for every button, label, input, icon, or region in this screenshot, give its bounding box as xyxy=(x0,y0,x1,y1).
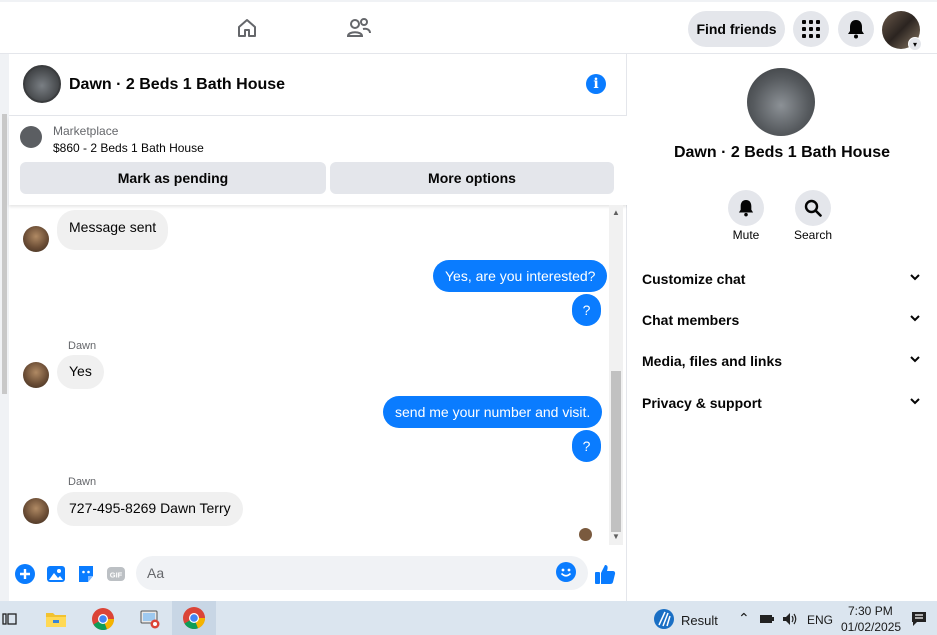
message-bubble-outgoing: ? xyxy=(572,430,601,462)
task-view-icon[interactable] xyxy=(0,604,20,634)
mute-bell-icon[interactable] xyxy=(728,190,764,226)
details-avatar[interactable] xyxy=(747,68,815,136)
section-label: Media, files and links xyxy=(642,353,783,369)
chevron-down-icon[interactable]: ▾ xyxy=(908,37,922,51)
chat-avatar[interactable] xyxy=(23,65,61,103)
add-plus-icon[interactable] xyxy=(14,563,36,585)
find-friends-button[interactable]: Find friends xyxy=(688,11,785,47)
scroll-down-arrow-icon[interactable]: ▼ xyxy=(612,532,620,541)
network-app-icon[interactable] xyxy=(135,604,165,634)
info-icon[interactable]: i xyxy=(586,74,606,94)
file-explorer-icon[interactable] xyxy=(41,604,71,634)
sender-avatar[interactable] xyxy=(23,226,49,252)
message-scroll-thumb[interactable] xyxy=(611,371,621,532)
chevron-up-icon[interactable]: ⌃ xyxy=(738,610,750,627)
chevron-down-icon[interactable] xyxy=(908,311,922,330)
media-files-links-section[interactable]: Media, files and links xyxy=(642,347,922,377)
listing-thumbnail[interactable] xyxy=(20,126,42,148)
search-label[interactable]: Search xyxy=(783,228,843,242)
sticker-icon[interactable] xyxy=(75,563,97,585)
mute-label[interactable]: Mute xyxy=(716,228,776,242)
message-input[interactable]: Aa xyxy=(136,556,588,590)
customize-chat-section[interactable]: Customize chat xyxy=(642,265,922,295)
speaker-icon[interactable] xyxy=(780,604,800,634)
photo-attach-icon[interactable] xyxy=(45,563,67,585)
chevron-down-icon[interactable] xyxy=(908,394,922,413)
sender-avatar[interactable] xyxy=(23,498,49,524)
message-bubble-incoming: 727-495-8269 Dawn Terry xyxy=(57,492,243,526)
widget-label[interactable]: Result xyxy=(681,613,718,628)
scroll-up-arrow-icon[interactable]: ▲ xyxy=(612,208,620,217)
chat-details-panel: Dawn · 2 Beds 1 Bath House Mute Search C… xyxy=(627,54,937,601)
message-scrollbar[interactable]: ▲ ▼ xyxy=(609,205,623,545)
mark-as-pending-button[interactable]: Mark as pending xyxy=(20,162,326,194)
left-scrollbar[interactable] xyxy=(0,54,9,601)
section-label: Privacy & support xyxy=(642,395,762,411)
chat-members-section[interactable]: Chat members xyxy=(642,306,922,336)
section-label: Chat members xyxy=(642,312,740,328)
home-icon[interactable] xyxy=(233,14,261,42)
message-bubble-incoming: Yes xyxy=(57,355,104,389)
sender-avatar[interactable] xyxy=(23,362,49,388)
language-indicator[interactable]: ENG xyxy=(807,613,833,627)
chat-window: Dawn · 2 Beds 1 Bath House i Marketplace… xyxy=(9,54,627,601)
marketplace-panel: Marketplace $860 - 2 Beds 1 Bath House M… xyxy=(9,116,627,205)
chrome-active-icon[interactable] xyxy=(172,601,216,635)
search-icon[interactable] xyxy=(795,190,831,226)
message-bubble-outgoing: Yes, are you interested? xyxy=(433,260,608,292)
privacy-support-section[interactable]: Privacy & support xyxy=(642,389,922,419)
marketplace-label: Marketplace xyxy=(53,124,119,138)
clock-time[interactable]: 7:30 PM xyxy=(848,604,893,618)
left-scroll-thumb[interactable] xyxy=(2,114,7,394)
chevron-down-icon[interactable] xyxy=(908,352,922,371)
gif-icon[interactable]: GIF xyxy=(105,563,127,585)
emoji-icon[interactable] xyxy=(556,562,576,582)
details-title: Dawn · 2 Beds 1 Bath House xyxy=(673,144,891,161)
message-list: Message sent Yes, are you interested? ? … xyxy=(9,205,609,545)
top-navigation: Find friends ▾ xyxy=(0,0,937,54)
composer-bar: GIF Aa xyxy=(9,554,627,594)
like-thumbs-up-icon[interactable] xyxy=(594,563,616,585)
more-options-button[interactable]: More options xyxy=(330,162,614,194)
notifications-bell-icon[interactable] xyxy=(838,11,874,47)
message-bubble-outgoing: ? xyxy=(572,294,601,326)
profile-avatar[interactable]: ▾ xyxy=(882,11,922,51)
svg-text:GIF: GIF xyxy=(110,571,123,580)
chrome-icon[interactable] xyxy=(88,604,118,634)
notification-center-icon[interactable] xyxy=(906,604,932,634)
battery-icon[interactable] xyxy=(757,604,777,634)
chat-header: Dawn · 2 Beds 1 Bath House i xyxy=(9,54,627,116)
sender-name: Dawn xyxy=(68,340,97,352)
seen-indicator-avatar xyxy=(579,528,592,541)
listing-title[interactable]: $860 - 2 Beds 1 Bath House xyxy=(53,141,204,155)
chevron-down-icon[interactable] xyxy=(908,270,922,289)
cricket-widget-icon[interactable] xyxy=(649,604,679,634)
chat-title[interactable]: Dawn · 2 Beds 1 Bath House xyxy=(69,76,285,94)
clock-date[interactable]: 01/02/2025 xyxy=(841,620,901,634)
message-bubble-outgoing: send me your number and visit. xyxy=(383,396,603,428)
sender-name: Dawn xyxy=(68,476,97,488)
section-label: Customize chat xyxy=(642,271,746,287)
message-bubble-incoming: Message sent xyxy=(57,210,169,250)
menu-grid-icon[interactable] xyxy=(793,11,829,47)
message-input-placeholder: Aa xyxy=(147,565,165,581)
windows-taskbar: Result ⌃ ENG 7:30 PM 01/02/2025 xyxy=(0,601,937,635)
friends-icon[interactable] xyxy=(345,14,373,42)
